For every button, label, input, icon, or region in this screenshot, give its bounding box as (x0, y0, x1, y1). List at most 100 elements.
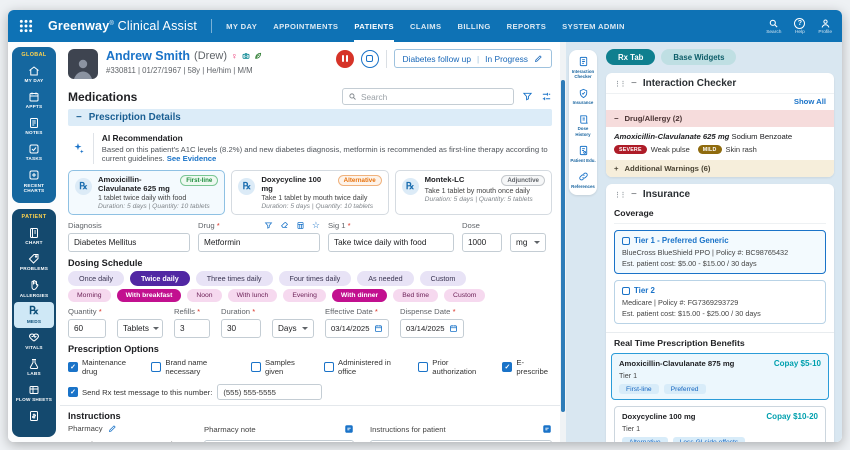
nav-claims[interactable]: CLAIMS (410, 10, 442, 42)
edit-pencil-icon[interactable] (534, 54, 543, 63)
chip-three-times-daily[interactable]: Three times daily (196, 271, 273, 286)
note-template-icon[interactable] (542, 424, 552, 434)
chip-with-breakfast[interactable]: With breakfast (117, 289, 182, 302)
rail-item-references[interactable]: References (570, 171, 596, 189)
sidebar-item-flow-sheets[interactable]: FLOW SHEETS (14, 380, 54, 406)
show-all-link[interactable]: Show All (794, 97, 826, 106)
chip-with-dinner[interactable]: With dinner (332, 289, 387, 302)
diagnosis-input[interactable] (68, 233, 190, 252)
note-template-icon[interactable] (344, 424, 354, 434)
quantity-unit-select[interactable]: Tablets (117, 319, 163, 338)
edit-pharmacy-icon[interactable] (108, 424, 117, 433)
sort-icon[interactable] (541, 91, 552, 102)
chip-noon[interactable]: Noon (187, 289, 221, 302)
drug-allergy-group-header[interactable]: − Drug/Allergy (2) (606, 110, 834, 127)
dose-input[interactable] (462, 233, 502, 252)
nav-appointments[interactable]: APPOINTMENTS (273, 10, 338, 42)
additional-warnings-header[interactable]: + Additional Warnings (6) (606, 160, 834, 177)
pause-recording-button[interactable] (336, 50, 354, 68)
checkbox-administered-in-office[interactable]: Administered in office (324, 358, 405, 376)
rail-item-dose-history[interactable]: Dose History (570, 114, 596, 138)
quantity-input[interactable] (68, 319, 106, 338)
calendar-icon[interactable] (374, 324, 383, 333)
drug-input[interactable] (198, 233, 320, 252)
sidebar-item-chart[interactable]: CHART (14, 223, 54, 249)
apps-grid-icon[interactable] (18, 18, 34, 34)
checkbox-prior-authorization[interactable]: Prior authorization (418, 358, 489, 376)
chip-as-needed[interactable]: As needed (357, 271, 413, 286)
chip-evening[interactable]: Evening (283, 289, 326, 302)
encounter-chip[interactable]: Diabetes follow up | In Progress (394, 49, 552, 68)
benefit-card[interactable]: Amoxicillin-Clavulanate 875 mgCopay $5-1… (611, 353, 829, 400)
tab-base-widgets[interactable]: Base Widgets (661, 49, 736, 65)
duration-unit-select[interactable]: Days (272, 319, 314, 338)
sidebar-item-vitals[interactable]: VITALS (14, 328, 54, 354)
sidebar-item-meds[interactable]: ℞ MEDS (14, 302, 54, 328)
tier-2-card[interactable]: Tier 2 Medicare | Policy #: FG7369293729… (614, 280, 826, 324)
collapse-icon[interactable]: − (631, 189, 637, 200)
drag-handle-icon[interactable]: ⋮⋮ (614, 191, 625, 199)
favorites-star-icon[interactable]: ☆ (312, 221, 320, 230)
sidebar-item-recent-charts[interactable]: RECENT CHARTS (14, 166, 54, 198)
sidebar-item-billing-docs[interactable] (14, 406, 54, 425)
dispense-date-input[interactable]: 03/14/2025 (400, 319, 464, 338)
chip-twice-daily[interactable]: Twice daily (130, 271, 190, 286)
chip-four-times-daily[interactable]: Four times daily (279, 271, 352, 286)
tier-1-card[interactable]: Tier 1 - Preferred Generic BlueCross Blu… (614, 230, 826, 274)
chip-with-lunch[interactable]: With lunch (228, 289, 278, 302)
formulary-grid-icon[interactable] (296, 221, 305, 230)
stop-recording-button[interactable] (361, 50, 379, 68)
scrollbar-thumb[interactable] (561, 80, 565, 412)
sidebar-item-notes[interactable]: NOTES (14, 113, 54, 139)
checkbox-e-prescribe[interactable]: ✓E-prescribe (502, 358, 552, 376)
sidebar-item-problems[interactable]: PROBLEMS (14, 249, 54, 275)
tab-rx-tab[interactable]: Rx Tab (606, 49, 655, 65)
filter-icon[interactable] (264, 221, 273, 230)
chip-once-daily[interactable]: Once daily (68, 271, 124, 286)
recommendation-card[interactable]: ℞ Montek-LCAdjunctive Take 1 tablet by m… (395, 170, 552, 216)
dose-unit-select[interactable]: mg (510, 233, 546, 252)
rail-item-insurance[interactable]: Insurance (570, 88, 596, 106)
effective-date-input[interactable]: 03/14/2025 (325, 319, 389, 338)
sidebar-item-allergies[interactable]: ALLERGIES (14, 276, 54, 302)
help-button[interactable]: ? Help (794, 18, 805, 35)
checkbox-send-rx-text[interactable]: ✓Send Rx test message to this number: (68, 387, 212, 397)
nav-billing[interactable]: BILLING (457, 10, 490, 42)
search-button[interactable]: Search (766, 18, 781, 35)
chip-morning[interactable]: Morning (68, 289, 111, 302)
sidebar-item-appts[interactable]: APPTS (14, 87, 54, 113)
rail-item-interaction-checker[interactable]: Interaction Checker (570, 56, 596, 80)
sidebar-item-labs[interactable]: LABS (14, 354, 54, 380)
sidebar-item-tasks[interactable]: TASKS (14, 139, 54, 165)
patient-instructions-textarea[interactable]: Take with breakfast to minimize GI side … (371, 441, 551, 442)
checkbox-samples-given[interactable]: Samples given (251, 358, 311, 376)
rail-item-patient-edu[interactable]: Patient Edu. (570, 145, 596, 163)
nav-system-admin[interactable]: SYSTEM ADMIN (562, 10, 625, 42)
sidebar-item-my-day[interactable]: MY DAY (14, 61, 54, 87)
benefit-card[interactable]: Doxycycline 100 mgCopay $10-20 Tier 1 Al… (614, 406, 826, 442)
chip-bed-time[interactable]: Bed time (393, 289, 438, 302)
patient-name-link[interactable]: Andrew Smith (106, 49, 190, 63)
profile-button[interactable]: Profile (818, 18, 832, 35)
refills-input[interactable] (174, 319, 210, 338)
checkbox-brand-name[interactable]: Brand name necessary (151, 358, 238, 376)
recommendation-card[interactable]: ℞ Amoxicillin-Clavulanate 625 mgFirst-li… (68, 170, 225, 216)
checkbox-maintenance-drug[interactable]: ✓Maintenance drug (68, 358, 138, 376)
sms-phone-input[interactable] (217, 384, 322, 400)
collapse-icon[interactable]: − (631, 78, 637, 89)
see-evidence-link[interactable]: See Evidence (167, 154, 217, 163)
nav-patients[interactable]: PATIENTS (354, 10, 394, 42)
calendar-icon[interactable] (449, 324, 458, 333)
pharmacy-note-textarea[interactable] (205, 441, 353, 442)
eraser-icon[interactable] (280, 221, 289, 230)
sig-input[interactable] (328, 233, 454, 252)
filter-icon[interactable] (522, 91, 533, 102)
chip-custom-frequency[interactable]: Custom (420, 271, 467, 286)
chip-custom-timing[interactable]: Custom (444, 289, 485, 302)
drag-handle-icon[interactable]: ⋮⋮ (614, 80, 625, 88)
nav-reports[interactable]: REPORTS (507, 10, 547, 42)
duration-input[interactable] (221, 319, 261, 338)
nav-my-day[interactable]: MY DAY (226, 10, 257, 42)
recommendation-card[interactable]: ℞ Doxycycline 100 mgAlternative Take 1 t… (231, 170, 388, 216)
search-input[interactable] (361, 92, 508, 102)
